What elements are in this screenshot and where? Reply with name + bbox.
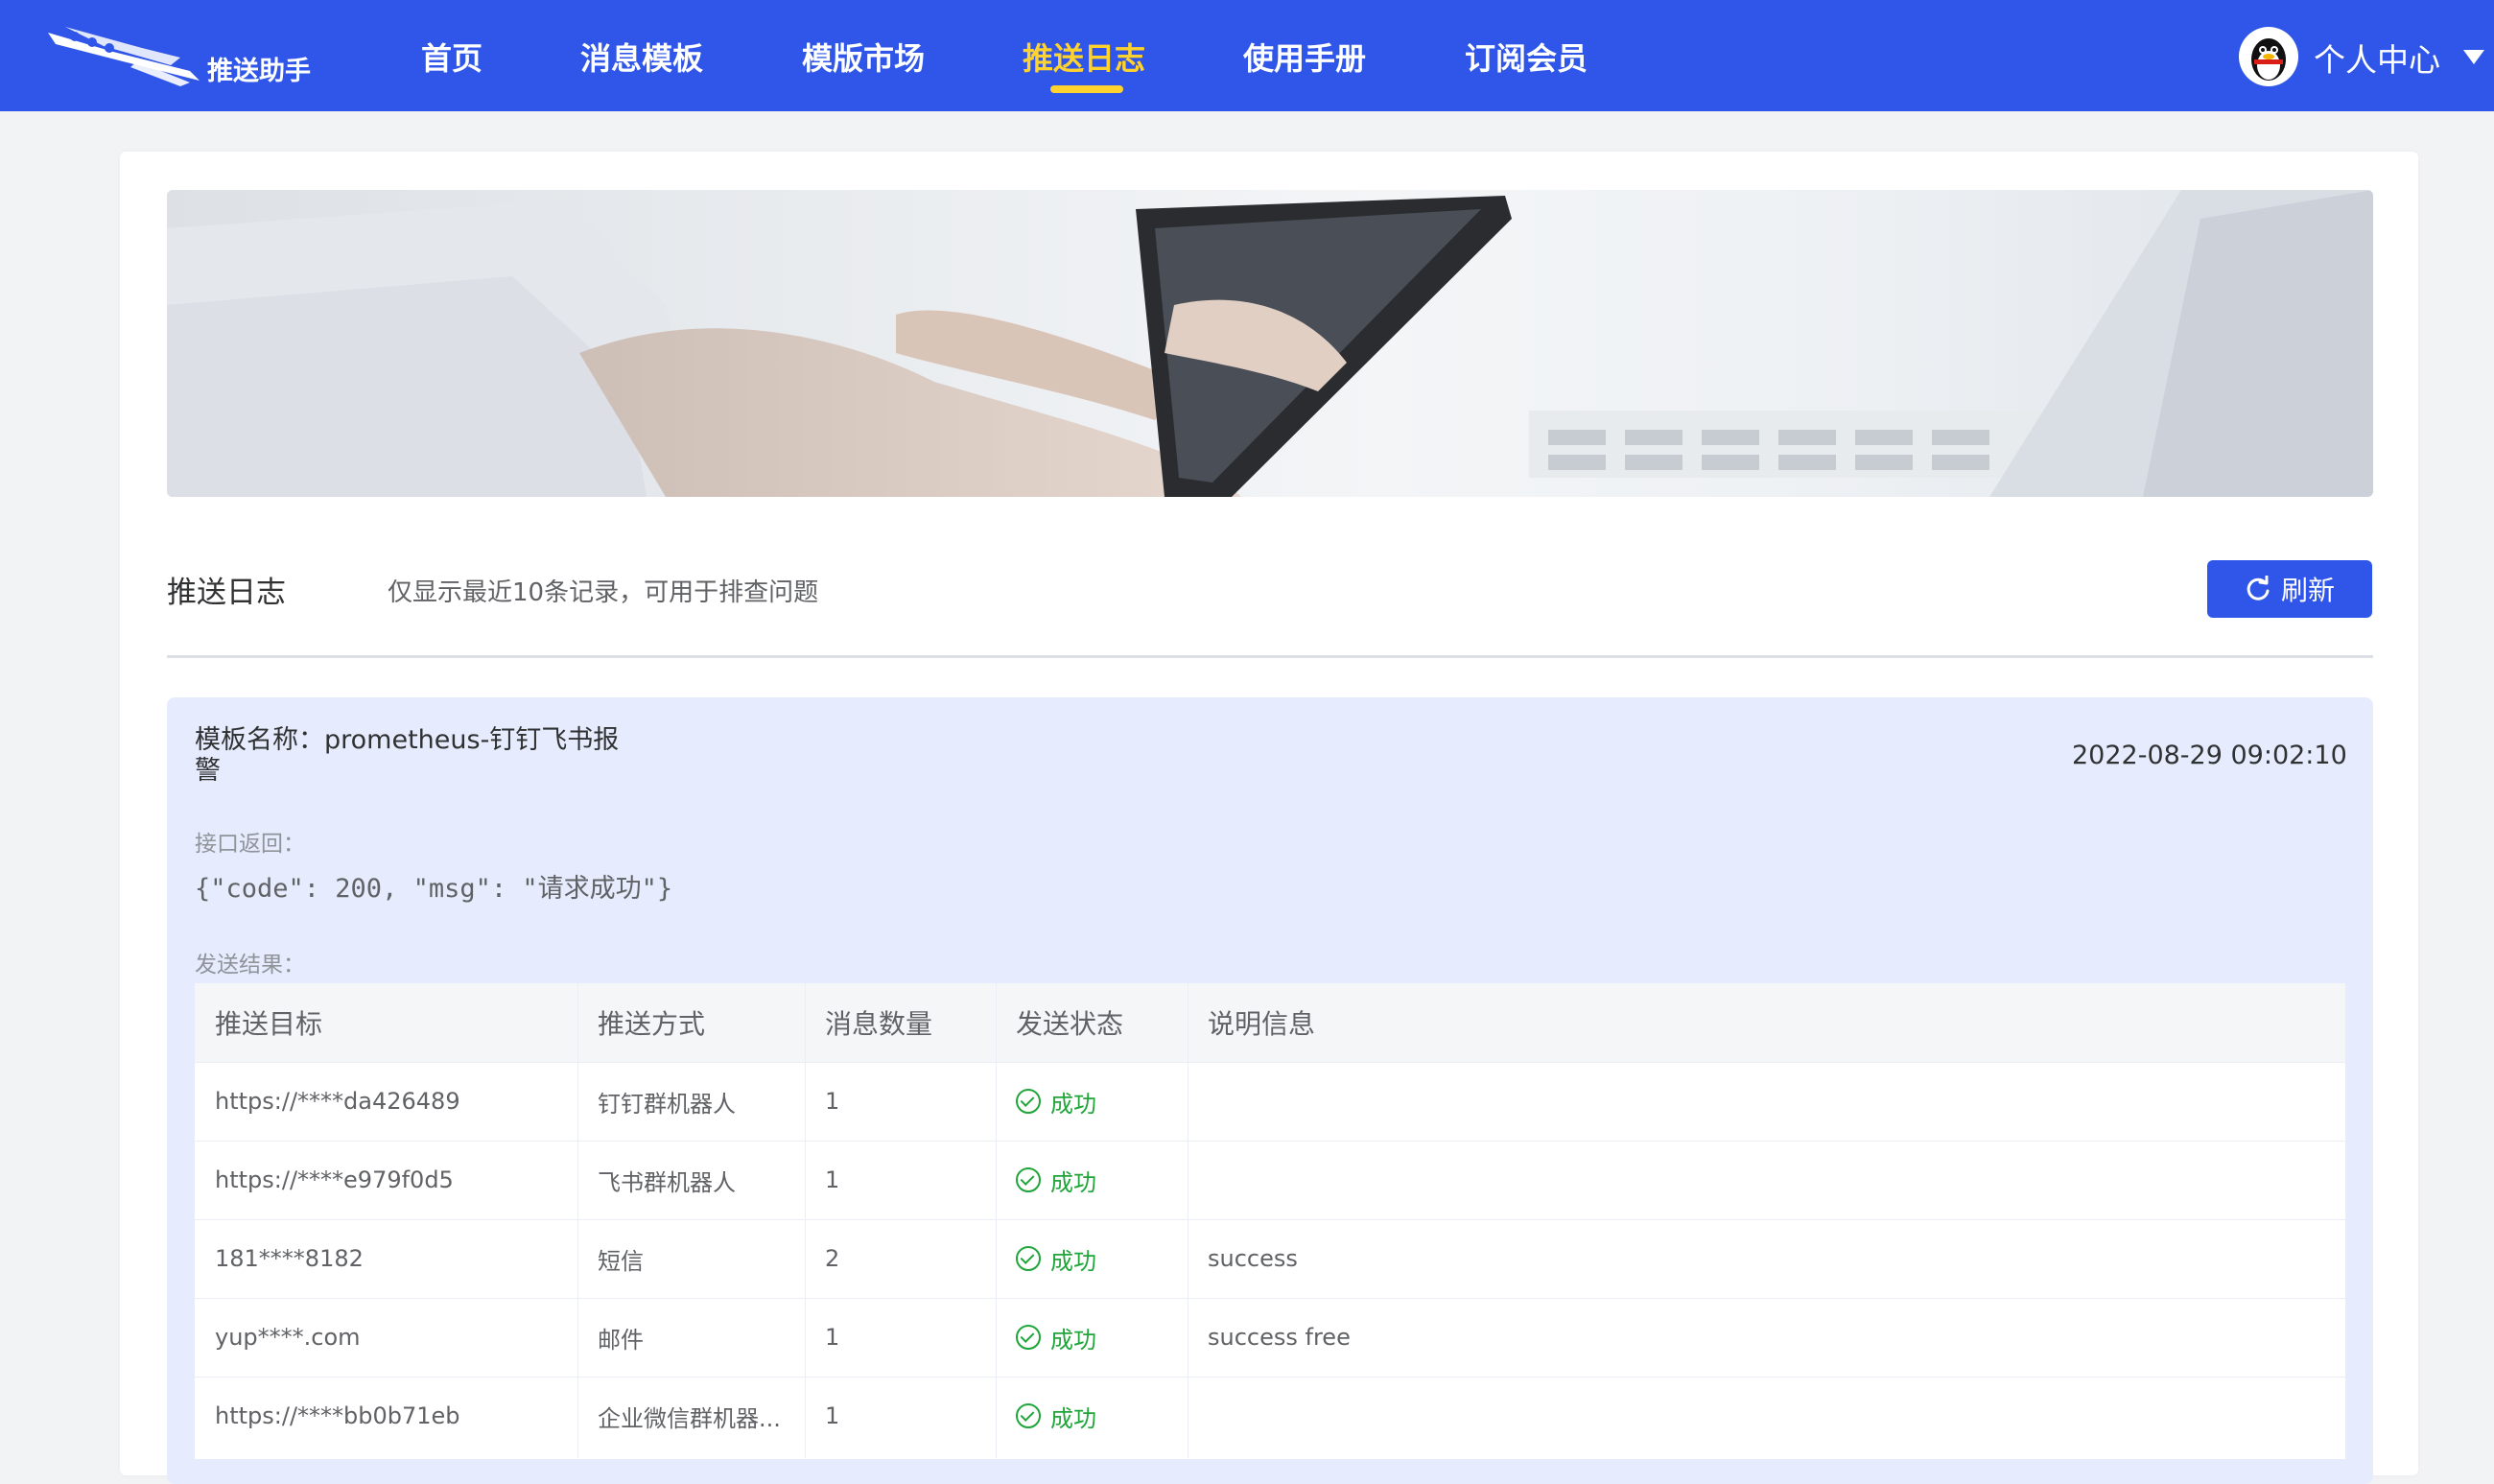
table-row [195,1062,2345,1142]
status-text: 成功 [1050,1247,1096,1275]
template-name: 模板名称：prometheus-钉钉飞书报警 [195,725,620,786]
nav-item-message-templates[interactable]: 消息模板 [580,35,703,79]
cell-method: 企业微信群机器... [598,1404,781,1432]
refresh-icon [2247,576,2270,601]
check-circle-icon [1016,1246,1041,1271]
table-row [195,1377,2345,1459]
nav-item-home[interactable]: 首页 [421,35,482,79]
column-header-method: 推送方式 [598,1008,706,1040]
cell-info: success [1208,1245,1298,1272]
check-circle-icon [1016,1325,1041,1350]
divider [167,655,2373,658]
cell-count: 1 [825,1324,840,1351]
nav-item-user-manual[interactable]: 使用手册 [1243,35,1366,79]
cell-target: https://****e979f0d5 [215,1166,454,1193]
log-timestamp: 2022-08-29 09:02:10 [2072,741,2347,770]
cell-count: 1 [825,1402,840,1429]
check-circle-icon [1016,1089,1041,1114]
column-header-status: 发送状态 [1016,1008,1124,1040]
cell-info: success free [1208,1324,1351,1351]
avatar[interactable] [2239,27,2298,86]
nav-item-push-log[interactable]: 推送日志 [1023,35,1145,79]
cell-count: 2 [825,1245,840,1272]
cell-info [1188,1377,1208,1455]
cell-method: 钉钉群机器人 [598,1090,736,1118]
page-description: 仅显示最近10条记录，可用于排查问题 [388,578,819,607]
api-return-label: 接口返回： [195,832,305,857]
column-header-target: 推送目标 [215,1008,323,1040]
cell-target: 181****8182 [215,1245,364,1272]
cell-target: https://****bb0b71eb [215,1402,460,1429]
top-navbar: 推送助手 首页 消息模板 模版市场 推送日志 使用手册 订阅会员 个人中心 [0,0,2494,111]
logo-icon[interactable] [46,23,209,90]
cell-count: 1 [825,1166,840,1193]
status-text: 成功 [1050,1404,1096,1432]
column-header-count: 消息数量 [825,1008,933,1040]
cell-status: 成功 [996,1141,1096,1219]
user-center-link[interactable]: 个人中心 [2314,35,2440,81]
active-nav-indicator [1050,85,1123,93]
nav-item-membership[interactable]: 订阅会员 [1465,35,1588,79]
cell-method: 飞书群机器人 [598,1168,736,1196]
cell-status: 成功 [996,1298,1096,1377]
column-header-info: 说明信息 [1208,1008,1316,1040]
cell-method: 短信 [598,1247,644,1275]
refresh-button[interactable]: 刷新 [2207,560,2372,618]
cell-info [1188,1062,1208,1141]
table-row [195,1141,2345,1220]
refresh-label: 刷新 [2280,575,2335,606]
api-return-value: {"code": 200, "msg": "请求成功"} [195,874,673,904]
cell-status: 成功 [996,1377,1096,1455]
status-text: 成功 [1050,1326,1096,1354]
banner-image [167,190,2373,497]
status-text: 成功 [1050,1168,1096,1196]
cell-count: 1 [825,1088,840,1115]
chevron-down-icon[interactable] [2463,50,2484,64]
check-circle-icon [1016,1403,1041,1428]
cell-target: https://****da426489 [215,1088,460,1115]
cell-info [1188,1141,1208,1219]
logo-text[interactable]: 推送助手 [207,50,311,87]
status-text: 成功 [1050,1090,1096,1118]
nav-item-template-market[interactable]: 模版市场 [802,35,925,79]
cell-method: 邮件 [598,1326,644,1354]
cell-status: 成功 [996,1219,1096,1298]
cell-target: yup****.com [215,1324,361,1351]
page-title: 推送日志 [167,576,286,610]
check-circle-icon [1016,1167,1041,1192]
cell-status: 成功 [996,1062,1096,1141]
send-result-label: 发送结果： [195,953,305,978]
penguin-icon [2251,38,2286,81]
